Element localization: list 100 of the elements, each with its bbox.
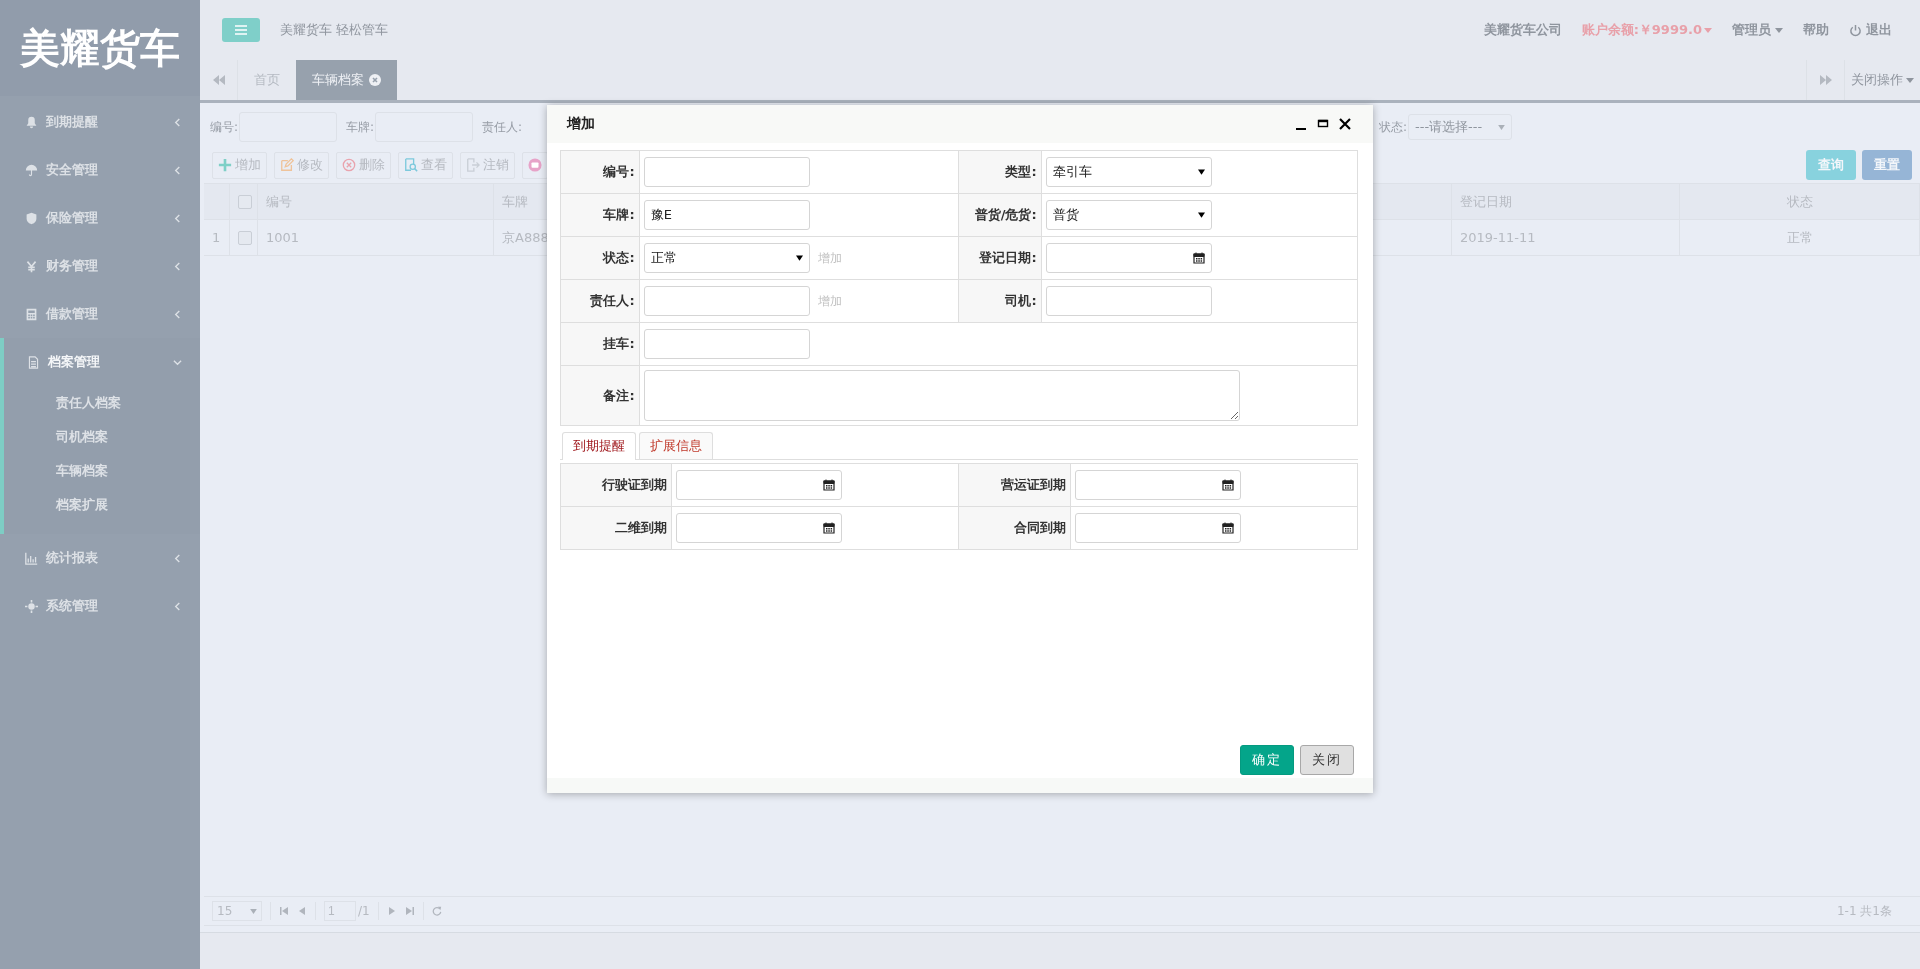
document-icon: [27, 355, 40, 369]
date-field[interactable]: [676, 513, 843, 543]
first-page-icon[interactable]: [279, 906, 289, 916]
menu-icon: [235, 25, 247, 35]
close-menu-button[interactable]: 关闭操作: [1844, 60, 1920, 100]
submenu-item[interactable]: 责任人档案: [4, 386, 200, 420]
input-field[interactable]: [643, 157, 810, 187]
form-label: 营运证到期: [959, 463, 1071, 507]
input-field[interactable]: [1045, 286, 1212, 316]
menu-item[interactable]: 档案管理: [4, 338, 200, 386]
calendar-icon: [1221, 479, 1234, 491]
date-field[interactable]: [676, 470, 843, 500]
double-right-icon: [1819, 75, 1832, 85]
app-subtitle: 美耀货车 轻松管车: [280, 21, 389, 39]
toolbar-button[interactable]: [522, 151, 548, 179]
confirm-button[interactable]: 确定: [1240, 745, 1294, 775]
field-label: 责任人:: [482, 118, 523, 136]
close-icon[interactable]: [1339, 118, 1351, 130]
add-link[interactable]: 增加: [817, 292, 842, 310]
form-label: 车牌:: [560, 193, 640, 237]
status-select[interactable]: ---请选择---: [1408, 114, 1512, 140]
close-button[interactable]: 关闭: [1300, 745, 1354, 775]
menu-item[interactable]: 统计报表: [0, 534, 200, 582]
form-label: 行驶证到期: [560, 463, 672, 507]
search-button[interactable]: 查询: [1806, 150, 1856, 180]
form-label: 登记日期:: [958, 236, 1042, 280]
chevron-left-icon: [173, 601, 182, 611]
image-icon: [528, 158, 542, 172]
date-field[interactable]: [1045, 243, 1212, 273]
caret-icon: [250, 908, 257, 914]
form-label: 司机:: [958, 279, 1042, 323]
date-field[interactable]: [1074, 470, 1241, 500]
menu-item[interactable]: 系统管理: [0, 582, 200, 630]
chevron-down-icon: [173, 357, 182, 367]
form-label: 类型:: [958, 150, 1042, 194]
reset-button[interactable]: 重置: [1862, 150, 1912, 180]
double-left-icon: [212, 75, 225, 85]
form-label: 编号:: [560, 150, 640, 194]
chevron-left-icon: [173, 309, 182, 319]
bell-icon: [25, 115, 38, 129]
company-name: 美耀货车公司: [1483, 21, 1562, 39]
field-label: 编号:: [210, 118, 239, 136]
next-page-icon[interactable]: [386, 906, 397, 916]
maximize-icon[interactable]: [1317, 118, 1329, 130]
menu-item[interactable]: 借款管理: [0, 290, 200, 338]
user-menu[interactable]: 管理员: [1732, 21, 1783, 39]
field-label: 状态:: [1378, 118, 1407, 136]
plus-icon: [218, 158, 232, 172]
checkbox[interactable]: [238, 194, 252, 209]
logo: 美耀货车: [0, 0, 200, 96]
submenu-item[interactable]: 档案扩展: [4, 488, 200, 522]
view-icon: [404, 158, 418, 172]
dialog-title: 增加: [567, 115, 595, 133]
form-label: 责任人:: [560, 279, 640, 323]
submenu-item[interactable]: 车辆档案: [4, 454, 200, 488]
bar-chart-icon: [25, 551, 38, 565]
caret-icon: [795, 255, 803, 261]
calendar-icon: [1221, 522, 1234, 534]
tab[interactable]: 车辆档案: [296, 60, 397, 100]
input-field[interactable]: [643, 286, 810, 316]
form-label: 二维到期: [560, 506, 672, 550]
help-link[interactable]: 帮助: [1803, 21, 1829, 39]
tab[interactable]: 到期提醒: [562, 432, 636, 460]
input-field[interactable]: [643, 329, 810, 359]
caret-icon: [1906, 77, 1914, 83]
checkbox[interactable]: [238, 230, 252, 245]
last-page-icon[interactable]: [404, 906, 415, 916]
caret-icon: [1197, 212, 1205, 218]
calendar-icon: [823, 479, 836, 491]
caret-icon: [1775, 27, 1783, 33]
select-field[interactable]: 普货: [1045, 200, 1212, 230]
delete-icon: [342, 158, 356, 172]
menu-item[interactable]: 到期提醒: [0, 98, 200, 146]
power-icon: [1849, 23, 1862, 37]
input-field[interactable]: 豫E: [643, 200, 810, 230]
exit-icon: [466, 158, 480, 172]
calendar-icon: [1192, 252, 1205, 264]
menu-item[interactable]: 保险管理: [0, 194, 200, 242]
calculator-icon: [25, 307, 38, 321]
menu-button[interactable]: [222, 18, 260, 42]
chevron-left-icon: [173, 213, 182, 223]
date-field[interactable]: [1074, 513, 1241, 543]
field-label: 车牌:: [346, 118, 375, 136]
submenu-item[interactable]: 司机档案: [4, 420, 200, 454]
chevron-left-icon: [173, 553, 182, 563]
caret-icon: [1704, 27, 1712, 33]
yen-icon: [25, 259, 38, 273]
notes-field[interactable]: [643, 370, 1240, 421]
refresh-icon[interactable]: [431, 906, 442, 916]
logout-link[interactable]: 退出: [1849, 21, 1892, 39]
caret-icon: [1197, 169, 1205, 175]
tab[interactable]: 扩展信息: [639, 432, 713, 459]
select-field[interactable]: 牵引车: [1045, 157, 1212, 187]
select-field[interactable]: 正常: [643, 243, 810, 273]
edit-icon: [280, 158, 294, 172]
previous-page-icon[interactable]: [297, 906, 307, 916]
menu-item[interactable]: 安全管理: [0, 146, 200, 194]
balance-link[interactable]: 账户余额:￥9999.0: [1581, 21, 1712, 39]
calendar-icon: [823, 522, 836, 534]
menu-item[interactable]: 财务管理: [0, 242, 200, 290]
